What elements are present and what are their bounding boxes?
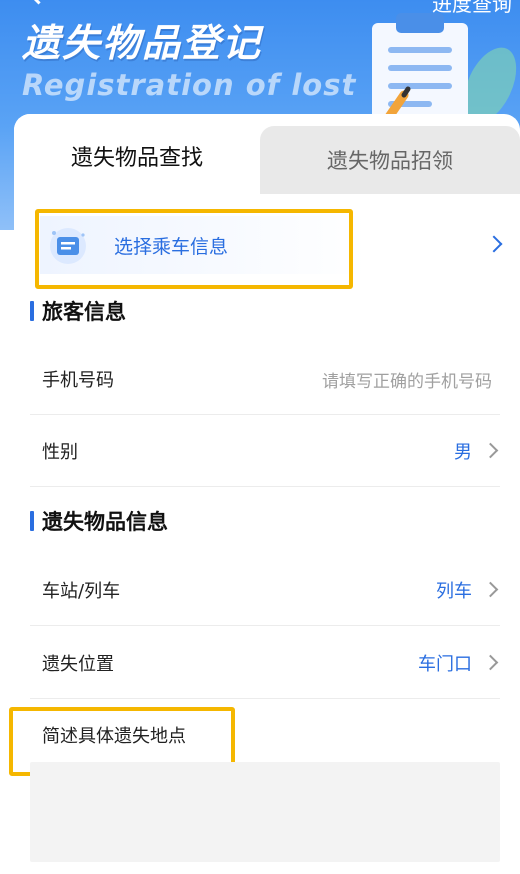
chevron-right-icon xyxy=(482,581,499,598)
station-train-value[interactable]: 列车 xyxy=(436,577,472,603)
highlight-ride-info xyxy=(35,209,353,289)
tab-lost-item-claim[interactable]: 遗失物品招领 xyxy=(260,126,520,194)
lost-location-description-textarea[interactable] xyxy=(30,762,500,862)
back-icon[interactable] xyxy=(26,0,51,5)
chevron-right-icon xyxy=(485,235,503,253)
chevron-right-icon xyxy=(482,442,499,459)
tab-lost-item-search[interactable]: 遗失物品查找 xyxy=(14,114,260,198)
phone-row[interactable]: 手机号码 请填写正确的手机号码 xyxy=(30,342,500,415)
item-section-label: 遗失物品信息 xyxy=(42,510,168,534)
gender-value[interactable]: 男 xyxy=(454,438,472,464)
gender-row[interactable]: 性别 男 xyxy=(30,414,500,487)
phone-input[interactable]: 请填写正确的手机号码 xyxy=(322,367,492,392)
item-section-title: 遗失物品信息 xyxy=(30,506,168,536)
phone-label: 手机号码 xyxy=(42,370,114,391)
station-train-row[interactable]: 车站/列车 列车 xyxy=(30,553,500,626)
station-train-label: 车站/列车 xyxy=(42,581,121,602)
chevron-right-icon xyxy=(482,654,499,671)
passenger-section-label: 旅客信息 xyxy=(42,300,126,324)
lost-location-label: 遗失位置 xyxy=(42,654,114,675)
section-marker xyxy=(30,511,34,531)
passenger-section-title: 旅客信息 xyxy=(30,296,126,326)
lost-location-value[interactable]: 车门口 xyxy=(418,650,472,676)
page-subtitle: Registration of lost xyxy=(22,68,357,102)
section-marker xyxy=(30,301,34,321)
page-title: 遗失物品登记 xyxy=(22,21,263,65)
lost-location-row[interactable]: 遗失位置 车门口 xyxy=(30,626,500,699)
gender-label: 性别 xyxy=(42,442,78,463)
